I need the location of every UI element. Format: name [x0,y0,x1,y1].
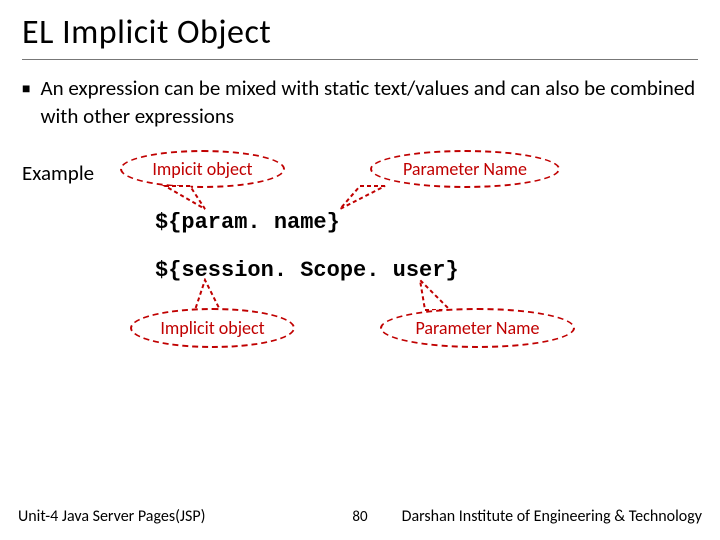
bullet-square-icon: ■ [22,74,30,131]
slide: EL Implicit Object ■ An expression can b… [0,0,720,540]
footer-right: Darshan Institute of Engineering & Techn… [402,507,702,526]
page-number: 80 [352,508,367,526]
callout-tail-icon [330,183,400,211]
footer-left: Unit-4 Java Server Pages(JSP) [18,507,206,526]
bullet-text: An expression can be mixed with static t… [40,74,698,131]
page-title: EL Implicit Object [22,12,698,60]
callout-tail-icon [400,278,480,312]
slide-footer: Unit-4 Java Server Pages(JSP) 80 Darshan… [0,507,720,526]
callout-paramname-bottom: Parameter Name [380,308,575,348]
code-expression-1: ${param. name} [155,210,340,235]
bullet-item: ■ An expression can be mixed with static… [22,74,698,131]
example-label: Example [22,160,94,186]
callout-tail-icon [150,183,220,211]
callout-implicit-bottom: Implicit object [130,308,295,348]
callout-tail-icon [165,278,245,312]
